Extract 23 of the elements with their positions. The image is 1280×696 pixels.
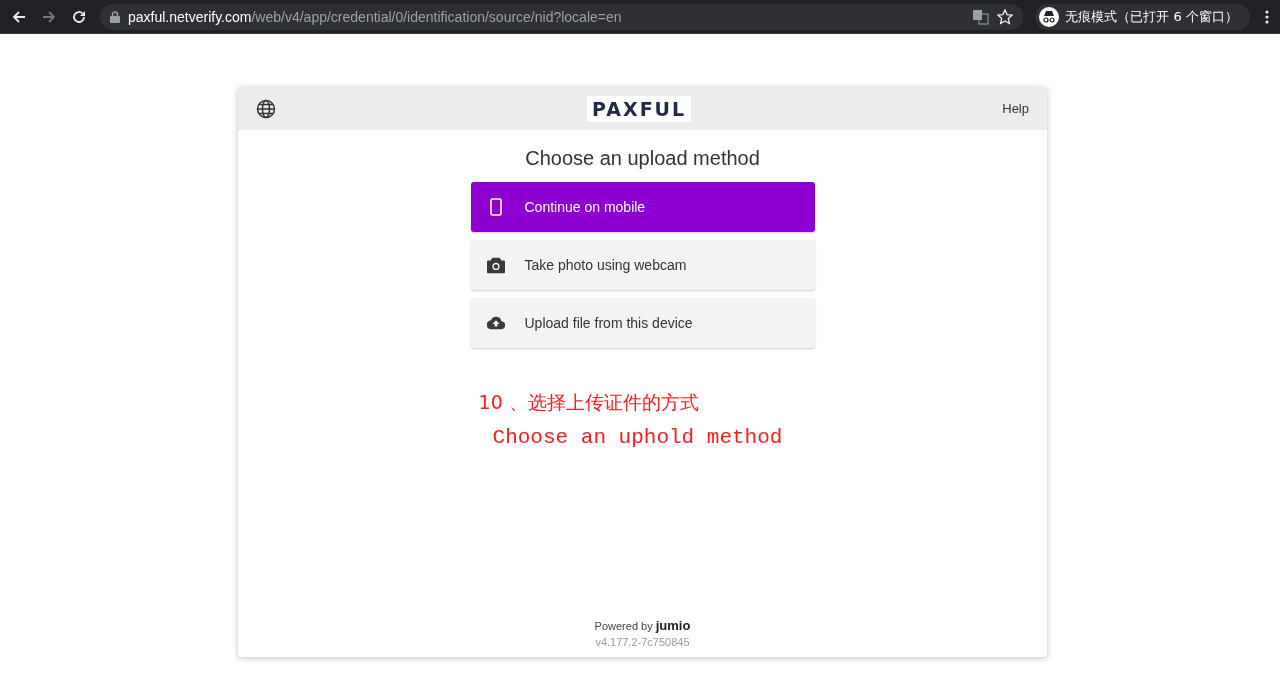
upload-option-button[interactable]: Continue on mobile	[470, 182, 815, 232]
back-arrow-icon	[12, 9, 26, 24]
page-title: Choose an upload method	[525, 147, 760, 170]
address-field[interactable]: paxful.netverify.com/web/v4/app/credential/0/identification/source/nid?locale=en	[100, 3, 1024, 30]
upload-option-button[interactable]: Upload file from this device	[470, 298, 815, 348]
star-icon[interactable]	[997, 8, 1014, 25]
incognito-icon	[1042, 10, 1057, 23]
annotation-text: 10 、选择上传证件的方式	[478, 390, 700, 415]
translate-icon[interactable]	[973, 8, 990, 25]
incognito-profile-button[interactable]: 无痕模式（已打开 6 个窗口）	[1035, 3, 1250, 30]
lock-icon	[110, 10, 120, 23]
cloud-upload-icon	[486, 316, 505, 330]
reload-icon	[72, 9, 86, 24]
version-text: v4.177.2-7c750845	[595, 636, 690, 648]
camera-icon	[486, 256, 505, 274]
globe-icon[interactable]	[256, 98, 276, 119]
phone-icon	[489, 198, 502, 216]
logo: PAXFUL	[587, 95, 692, 122]
upload-option-button[interactable]: Take photo using webcam	[470, 240, 815, 290]
forward-arrow-icon	[42, 9, 56, 24]
powered-by-text: Powered by jumio	[594, 618, 691, 633]
annotation-text: Choose an uphold method	[492, 426, 783, 449]
help-link[interactable]: Help	[1002, 101, 1029, 116]
